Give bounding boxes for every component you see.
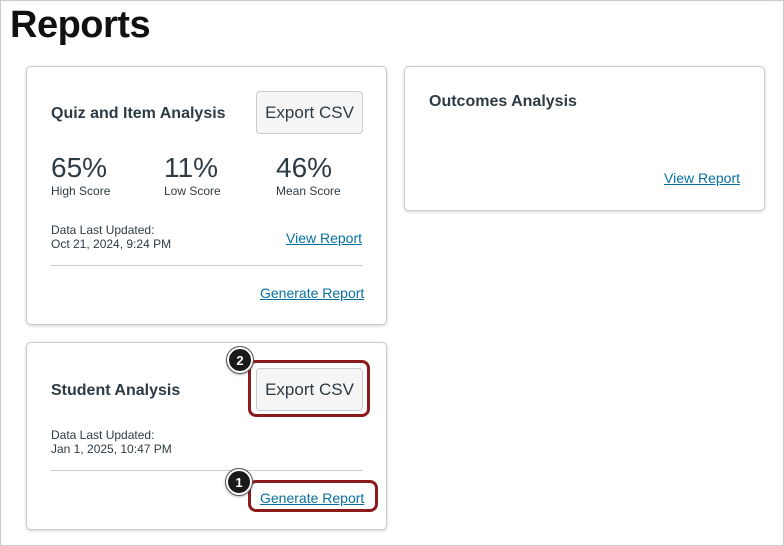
- stat-mean-score: 46% Mean Score: [276, 152, 341, 199]
- quiz-generate-report-link[interactable]: Generate Report: [260, 285, 364, 301]
- page-title: Reports: [10, 4, 151, 46]
- stat-label: Low Score: [164, 184, 221, 198]
- stat-low-score: 11% Low Score: [164, 152, 221, 199]
- outcomes-card-title: Outcomes Analysis: [429, 93, 577, 110]
- quiz-item-analysis-card: Quiz and Item Analysis Export CSV 65% Hi…: [26, 66, 387, 325]
- stat-label: Mean Score: [276, 184, 341, 198]
- updated-value: Jan 1, 2025, 10:47 PM: [51, 442, 172, 456]
- callout-badge-2: 2: [226, 346, 254, 374]
- stat-high-score: 65% High Score: [51, 152, 111, 199]
- student-analysis-card: Student Analysis Export CSV Data Last Up…: [26, 342, 387, 530]
- stat-value: 65%: [51, 152, 108, 183]
- updated-label: Data Last Updated:: [51, 223, 155, 237]
- callout-badge-1: 1: [225, 468, 253, 496]
- quiz-card-title: Quiz and Item Analysis: [51, 105, 226, 122]
- stat-value: 11%: [164, 152, 218, 183]
- updated-value: Oct 21, 2024, 9:24 PM: [51, 237, 172, 251]
- quiz-data-last-updated: Data Last Updated: Oct 21, 2024, 9:24 PM: [51, 223, 171, 251]
- student-export-csv-button[interactable]: Export CSV: [256, 368, 363, 411]
- student-data-last-updated: Data Last Updated: Jan 1, 2025, 10:47 PM: [51, 428, 172, 456]
- outcomes-view-report-link[interactable]: View Report: [664, 170, 740, 186]
- quiz-card-divider: [51, 265, 363, 266]
- student-card-divider: [51, 470, 363, 471]
- quiz-export-csv-button[interactable]: Export CSV: [256, 91, 363, 134]
- updated-label: Data Last Updated:: [51, 428, 155, 442]
- stat-label: High Score: [51, 184, 111, 198]
- stat-value: 46%: [276, 152, 333, 183]
- student-generate-report-link[interactable]: Generate Report: [260, 490, 364, 506]
- quiz-view-report-link[interactable]: View Report: [286, 230, 362, 246]
- student-card-title: Student Analysis: [51, 382, 181, 399]
- outcomes-analysis-card: Outcomes Analysis View Report: [404, 66, 765, 211]
